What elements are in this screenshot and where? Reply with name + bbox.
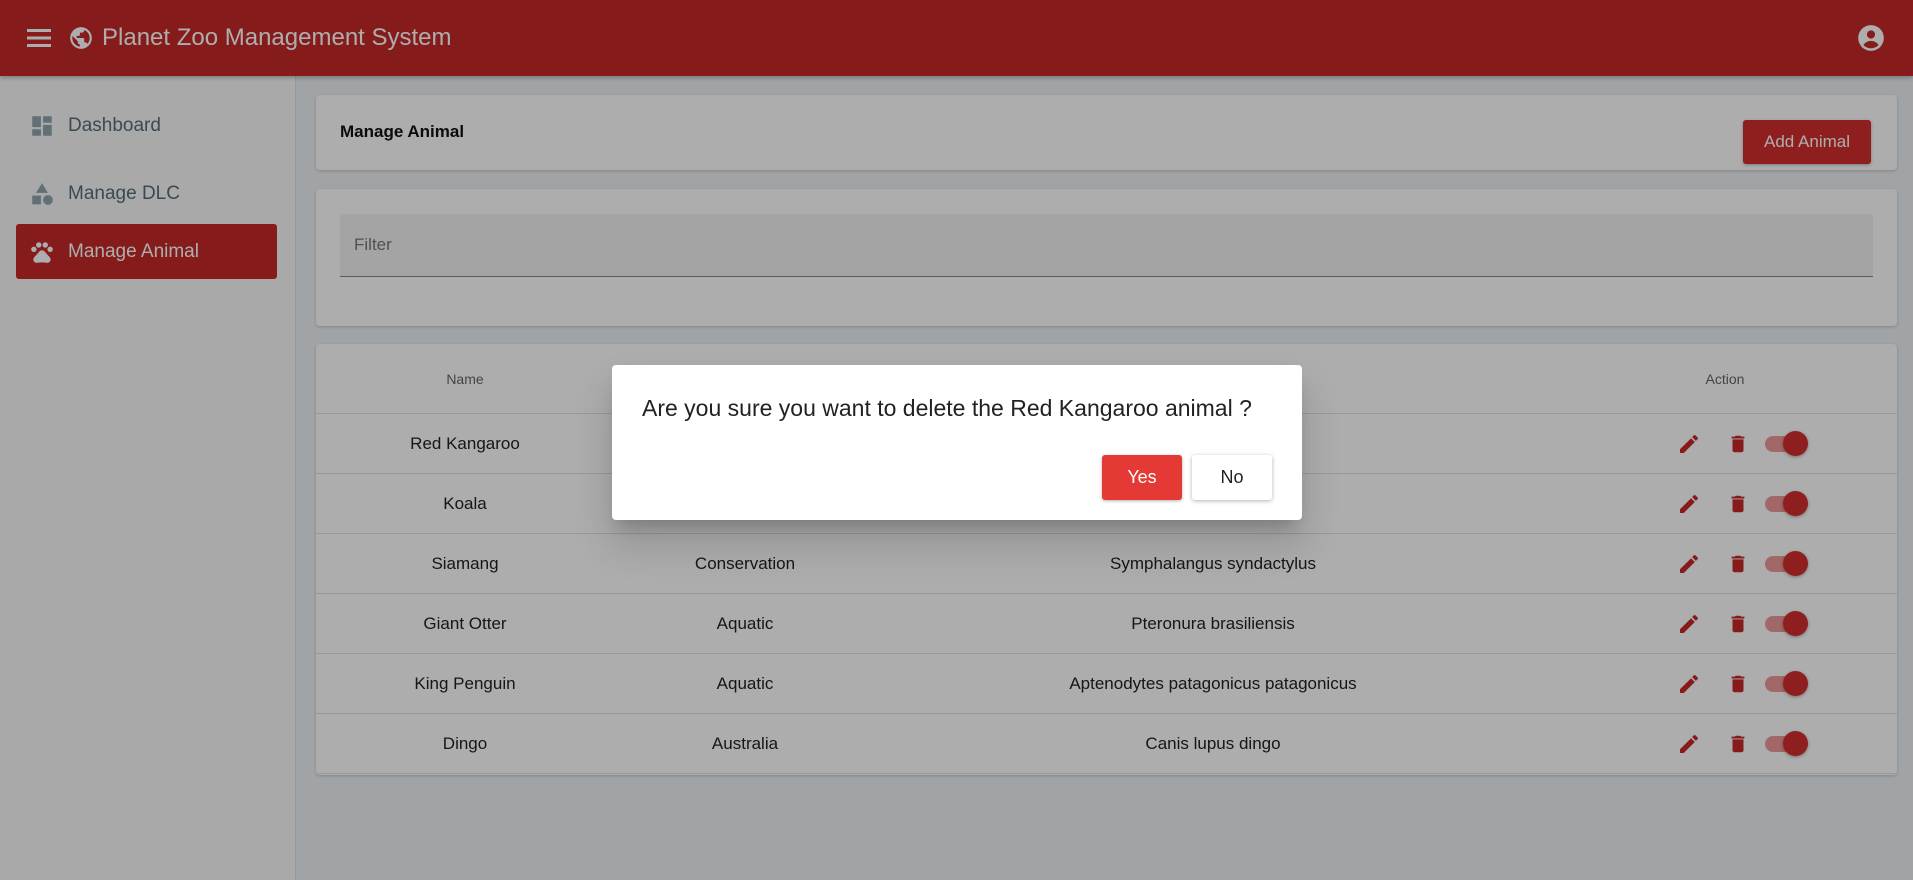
yes-button[interactable]: Yes	[1102, 455, 1182, 500]
confirm-delete-dialog: Are you sure you want to delete the Red …	[612, 365, 1302, 520]
dialog-message: Are you sure you want to delete the Red …	[642, 395, 1252, 421]
no-button[interactable]: No	[1192, 455, 1272, 500]
